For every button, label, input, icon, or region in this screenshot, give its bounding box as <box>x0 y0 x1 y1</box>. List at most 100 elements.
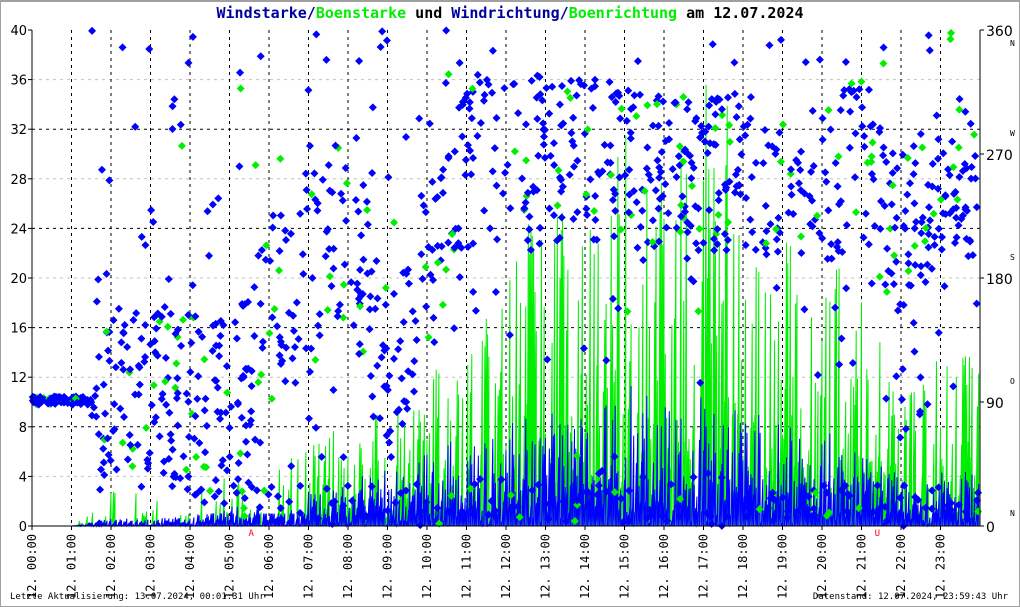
wind-direction-point <box>355 340 364 349</box>
gust-direction-point <box>390 218 399 227</box>
gust-direction-point <box>522 156 531 165</box>
wind-direction-point <box>661 180 670 189</box>
wind-direction-point <box>201 448 210 457</box>
wind-direction-point <box>473 132 482 141</box>
y2-tick-label: 180 <box>986 272 1013 288</box>
wind-direction-point <box>313 321 322 330</box>
wind-direction-point <box>267 483 276 492</box>
wind-direction-point <box>305 414 314 423</box>
wind-direction-point <box>602 356 611 365</box>
x-tick-label: 12. 01:00 <box>65 534 79 599</box>
wind-direction-point <box>155 432 164 441</box>
wind-direction-point <box>315 310 324 319</box>
wind-direction-point <box>636 90 645 99</box>
wind-direction-point <box>376 42 385 51</box>
wind-direction-point <box>430 338 439 347</box>
wind-direction-point <box>417 191 426 200</box>
wind-direction-point <box>813 371 822 380</box>
wind-direction-point <box>665 118 674 127</box>
wind-direction-point <box>399 318 408 327</box>
wind-direction-point <box>916 373 925 382</box>
wind-direction-point <box>373 361 382 370</box>
wind-direction-point <box>438 188 447 197</box>
wind-direction-point <box>141 352 150 361</box>
wind-direction-point <box>114 304 123 313</box>
wind-direction-point <box>687 174 696 183</box>
wind-direction-point <box>888 149 897 158</box>
wind-direction-point <box>904 259 913 268</box>
wind-direction-point <box>657 147 666 156</box>
wind-direction-point <box>787 182 796 191</box>
wind-direction-point <box>518 174 527 183</box>
wind-direction-point <box>329 385 338 394</box>
wind-direction-point <box>815 55 824 64</box>
wind-direction-point <box>586 175 595 184</box>
wind-direction-point <box>291 378 300 387</box>
wind-direction-point <box>366 371 375 380</box>
x-tick-label: 12. 03:00 <box>144 534 158 599</box>
wind-direction-point <box>233 400 242 409</box>
wind-direction-point <box>343 481 352 490</box>
gust-direction-point <box>118 438 127 447</box>
x-tick-label: 12. 14:00 <box>578 534 592 599</box>
wind-direction-point <box>193 394 202 403</box>
wind-direction-point <box>408 307 417 316</box>
wind-direction-point <box>313 206 322 215</box>
wind-direction-point <box>92 297 101 306</box>
gust-direction-point <box>444 70 453 79</box>
y-tick-label: 8 <box>19 421 27 436</box>
wind-direction-point <box>651 186 660 195</box>
wind-direction-point <box>145 45 154 54</box>
wind-direction-point <box>141 321 150 330</box>
wind-direction-point <box>469 287 478 296</box>
wind-direction-point <box>883 244 892 253</box>
wind-direction-point <box>186 368 195 377</box>
gust-direction-point <box>510 147 519 156</box>
wind-direction-point <box>269 211 278 220</box>
wind-direction-point <box>378 27 387 36</box>
gust-direction-point <box>424 333 433 342</box>
gust-direction-point <box>339 313 348 322</box>
wind-direction-point <box>491 288 500 297</box>
wind-direction-point <box>772 283 781 292</box>
wind-direction-point <box>751 245 760 254</box>
wind-direction-point <box>337 189 346 198</box>
gust-direction-point <box>275 266 284 275</box>
wind-direction-point <box>926 216 935 225</box>
wind-direction-point <box>327 282 336 291</box>
wind-direction-point <box>966 119 975 128</box>
gust-direction-point <box>311 355 320 364</box>
x-tick-label: 12. 09:00 <box>381 534 395 599</box>
y2-tick-label: 90 <box>986 396 1004 412</box>
gust-direction-point <box>192 452 201 461</box>
wind-direction-point <box>911 260 920 269</box>
wind-direction-point <box>549 211 558 220</box>
x-tick-label: 12. 20:00 <box>815 534 829 599</box>
wind-direction-point <box>410 357 419 366</box>
wind-direction-point <box>311 423 320 432</box>
wind-direction-point <box>471 306 480 315</box>
wind-direction-point <box>924 31 933 40</box>
wind-direction-point <box>917 229 926 238</box>
wind-direction-point <box>99 444 108 453</box>
data-status: Datenstand: 12.07.2024, 23:59:43 Uhr <box>812 592 1008 602</box>
gust-direction-point <box>177 141 186 150</box>
wind-direction-point <box>129 315 138 324</box>
wind-direction-point <box>225 452 234 461</box>
gust-direction-point <box>342 179 351 188</box>
wind-direction-point <box>821 168 830 177</box>
wind-direction-point <box>748 228 757 237</box>
wind-direction-point <box>362 197 371 206</box>
wind-direction-point <box>372 257 381 266</box>
gust-direction-point <box>824 106 833 115</box>
wind-direction-point <box>533 114 542 123</box>
wind-direction-point <box>105 176 114 185</box>
wind-direction-point <box>917 262 926 271</box>
gust-direction-point <box>852 208 861 217</box>
wind-direction-point <box>117 338 126 347</box>
wind-direction-point <box>855 85 864 94</box>
gust-direction-point <box>867 152 876 161</box>
y2-direction-label: W <box>1010 129 1015 138</box>
wind-direction-point <box>342 216 351 225</box>
wind-direction-point <box>137 482 146 491</box>
